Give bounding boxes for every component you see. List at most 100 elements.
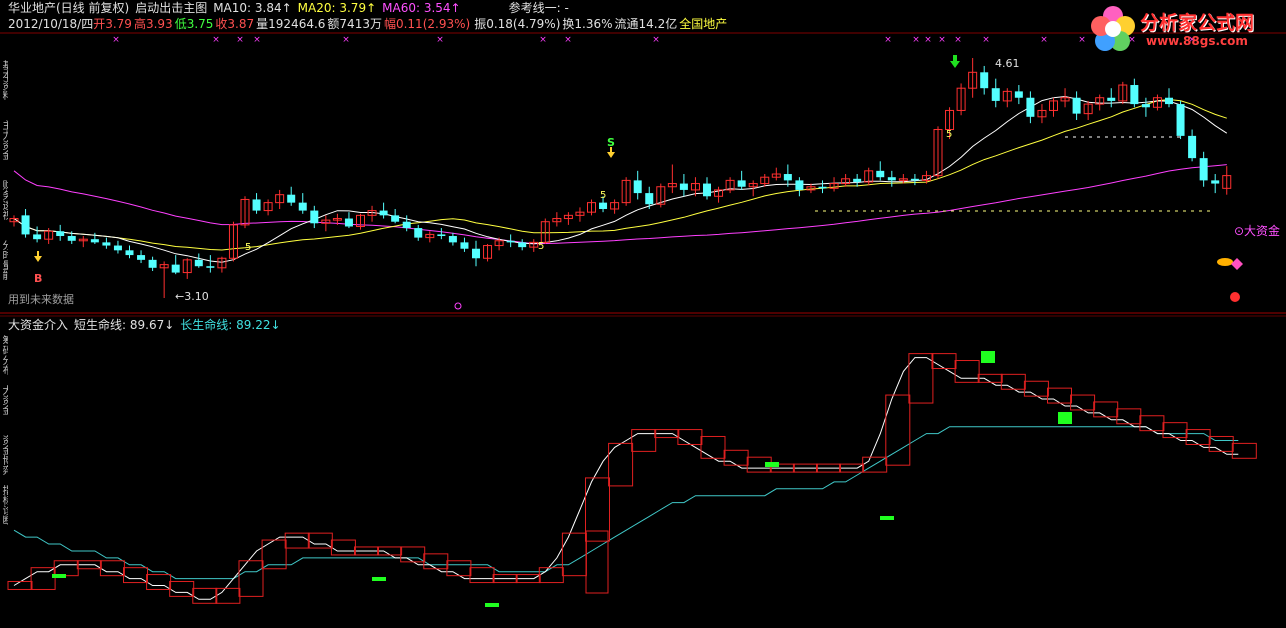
candle-body-down xyxy=(1199,158,1208,181)
low-price-label: ←3.10 xyxy=(175,290,209,303)
candle-body-down xyxy=(1165,97,1173,105)
price-chart[interactable]: × × × × × × × × × × × × × × × × × × ×5 555 xyxy=(0,0,1286,628)
left-tab-6[interactable]: 资金博弈 xyxy=(0,435,8,485)
candle-body-down xyxy=(194,259,203,267)
quote-low: 低3.75 xyxy=(174,17,214,31)
indicator-name[interactable]: 启动出击主图 xyxy=(135,1,207,15)
down-arrow-icon xyxy=(950,55,960,68)
big-money-indicator-plot[interactable] xyxy=(7,351,1257,607)
money-box xyxy=(30,567,56,590)
candle-body-down xyxy=(1211,180,1220,184)
green-block xyxy=(981,351,995,363)
top-marker: × xyxy=(539,35,547,45)
candle-body-down xyxy=(148,259,157,268)
left-tab-strip[interactable]: 基本资料 主力资金 财务透视 分时量能 xyxy=(0,60,8,310)
money-box xyxy=(446,560,472,577)
five-signal-label: 5 xyxy=(245,242,251,253)
top-marker: × xyxy=(652,35,660,45)
quote-date: 2012/10/18/四 xyxy=(8,17,94,31)
top-marker: × xyxy=(342,35,350,45)
sub-chart-title[interactable]: 大资金介入 xyxy=(8,318,68,332)
candle-body-down xyxy=(818,186,827,189)
top-marker: × xyxy=(954,35,962,45)
left-tab-strip-2[interactable]: 筹码分布 大资金 资金博弈 指标诊断 xyxy=(0,335,8,535)
green-block xyxy=(372,577,386,581)
money-box xyxy=(723,449,749,466)
green-block xyxy=(52,574,66,578)
five-signal-label: 5 xyxy=(600,190,606,201)
candle-body-down xyxy=(402,221,411,229)
quote-float: 流通14.2亿 xyxy=(614,17,678,31)
logo-url: www.88gs.com xyxy=(1146,34,1248,48)
left-tab-4[interactable]: 筹码分布 xyxy=(0,335,8,385)
short-life-line-value: 短生命线: 89.67↓ xyxy=(74,318,175,332)
candle-body-down xyxy=(795,180,804,190)
money-box xyxy=(1070,394,1096,411)
long-life-line-value: 长生命线: 89.22↓ xyxy=(180,318,281,332)
buy-arrow-icon xyxy=(34,251,42,262)
candle-body-down xyxy=(991,88,1000,101)
candle-body-down xyxy=(737,180,746,187)
left-tab-1[interactable]: 主力资金 xyxy=(0,120,8,180)
candle-body-down xyxy=(1188,135,1197,159)
candle-body-down xyxy=(287,194,296,203)
top-marker: × xyxy=(982,35,990,45)
future-data-note: 用到未来数据 xyxy=(8,293,74,306)
green-block xyxy=(765,462,779,467)
diamond-icon xyxy=(1231,258,1243,270)
long-life-line xyxy=(13,426,1239,580)
candle-body-down xyxy=(1026,97,1035,117)
money-box xyxy=(677,429,703,445)
money-box xyxy=(238,560,264,597)
left-tab-7[interactable]: 指标诊断 xyxy=(0,485,8,535)
top-marker: × xyxy=(253,35,261,45)
left-tab-3[interactable]: 分时量能 xyxy=(0,240,8,300)
left-tab-2[interactable]: 财务透视 xyxy=(0,180,8,240)
candle-body-down xyxy=(125,250,134,256)
candle-body-down xyxy=(1130,85,1139,105)
site-logo[interactable]: 分析家公式网 www.88gs.com xyxy=(1088,4,1278,56)
stock-chart-window[interactable]: { "header": { "stock_name": "华业地产(日线 前复权… xyxy=(0,0,1286,628)
quote-amount: 额7413万 xyxy=(327,17,382,31)
candle-body-down xyxy=(783,174,792,181)
money-box xyxy=(700,435,726,459)
quote-sector[interactable]: 全国地产 xyxy=(679,17,727,31)
flower-logo-icon xyxy=(1091,6,1135,51)
candle-body-down xyxy=(391,215,400,222)
candlestick-plot[interactable] xyxy=(9,58,1232,298)
candle-body-down xyxy=(853,178,862,182)
green-block xyxy=(880,516,894,520)
high-price-label: 4.61 xyxy=(995,57,1020,70)
sell-signal-label: S xyxy=(607,136,615,149)
big-money-label[interactable]: ⊙大资金 xyxy=(1234,222,1280,239)
top-marker: × xyxy=(938,35,946,45)
money-box xyxy=(192,587,218,604)
candle-body-down xyxy=(171,264,180,273)
money-box xyxy=(1139,415,1165,432)
money-box xyxy=(7,580,33,590)
candle-body-down xyxy=(506,240,515,243)
money-box xyxy=(538,567,564,584)
candle-body-down xyxy=(599,202,608,209)
ma60-value: MA60: 3.54↑ xyxy=(382,1,461,15)
money-box xyxy=(631,429,657,452)
money-box xyxy=(1116,408,1142,425)
top-marker: × xyxy=(236,35,244,45)
quote-open: 开3.79 xyxy=(93,17,132,31)
stock-name[interactable]: 华业地产(日线 前复权) xyxy=(8,1,129,15)
left-tab-0[interactable]: 基本资料 xyxy=(0,60,8,120)
money-box-large xyxy=(585,530,609,594)
candle-body-down xyxy=(310,210,319,224)
quote-info: 2012/10/18/四开3.79 高3.93 低3.75 收3.87 量192464.… xyxy=(8,16,733,32)
candle-body-down xyxy=(298,202,307,211)
gold-ingot-icon xyxy=(1217,258,1233,266)
top-marker: × xyxy=(212,35,220,45)
top-marker: × xyxy=(924,35,932,45)
left-tab-5[interactable]: 大资金 xyxy=(0,385,8,435)
candle-body-down xyxy=(1176,104,1185,136)
short-life-line xyxy=(13,357,1239,600)
green-block xyxy=(1058,412,1072,424)
money-box xyxy=(330,539,356,556)
candle-body-down xyxy=(56,231,65,237)
top-marker: × xyxy=(564,35,572,45)
